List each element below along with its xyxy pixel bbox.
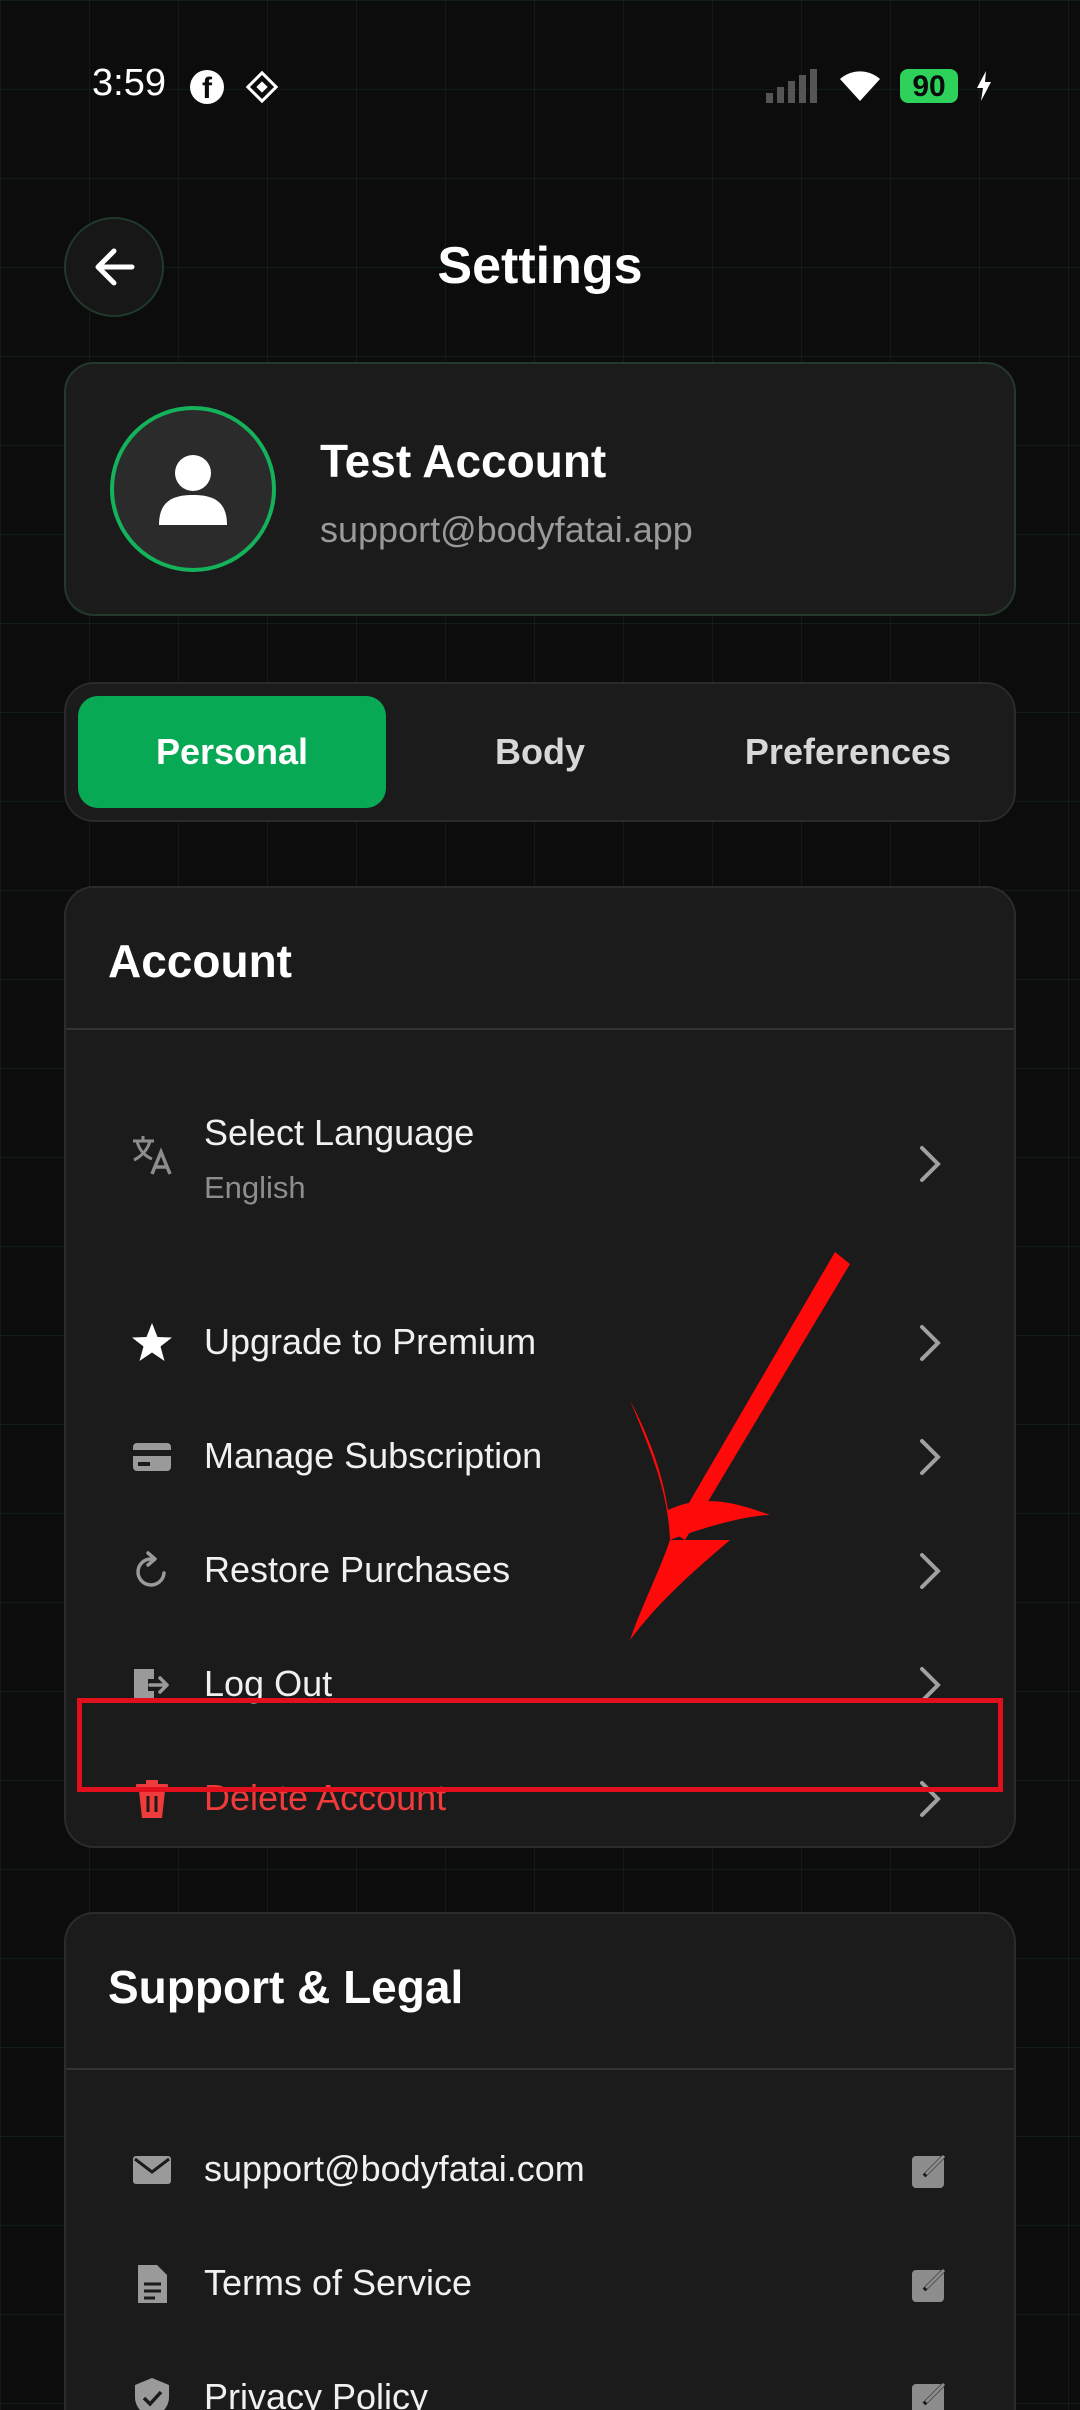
- status-bar: 3:59 f 90: [0, 0, 1080, 170]
- star-icon: [130, 1321, 174, 1365]
- chevron-right-icon: [920, 1439, 941, 1475]
- terms-of-service-label: Terms of Service: [204, 2262, 473, 2303]
- tab-body[interactable]: Body: [386, 696, 694, 808]
- profile-name: Test Account: [320, 435, 607, 487]
- charging-icon: [977, 71, 991, 101]
- support-divider: [66, 2068, 1014, 2070]
- tab-preferences[interactable]: Preferences: [694, 696, 1002, 808]
- select-language-label: Select Language: [204, 1112, 475, 1153]
- facebook-icon: f: [190, 70, 224, 104]
- delete-account-highlight: [77, 1698, 1003, 1792]
- select-language-row[interactable]: Select Language English: [66, 1098, 1014, 1228]
- translate-icon: [130, 1132, 174, 1176]
- avatar: [110, 406, 276, 572]
- account-divider: [66, 1028, 1014, 1030]
- shield-icon: [130, 2376, 174, 2410]
- restore-purchases-label: Restore Purchases: [204, 1549, 511, 1590]
- privacy-policy-label: Privacy Policy: [204, 2376, 429, 2410]
- settings-screen: 3:59 f 90 Settings Test Account support@…: [0, 0, 1080, 2410]
- status-right-group: 90: [764, 64, 992, 108]
- battery-icon: 90: [900, 69, 958, 103]
- manage-subscription-row[interactable]: Manage Subscription: [66, 1407, 1014, 1507]
- credit-card-icon: [130, 1435, 174, 1479]
- document-icon: [130, 2262, 174, 2306]
- external-link-icon: [912, 2152, 948, 2188]
- privacy-policy-row[interactable]: Privacy Policy: [66, 2348, 1014, 2410]
- user-icon: [159, 455, 227, 525]
- account-title: Account: [108, 935, 292, 987]
- chevron-right-icon: [920, 1146, 941, 1182]
- refresh-icon: [130, 1549, 174, 1593]
- external-link-icon: [912, 2380, 948, 2410]
- page-title: Settings: [437, 237, 643, 295]
- profile-email: support@bodyfatai.app: [320, 509, 693, 550]
- external-link-icon: [912, 2266, 948, 2302]
- chevron-right-icon: [920, 1553, 941, 1589]
- select-language-value: English: [204, 1170, 306, 1205]
- upgrade-premium-row[interactable]: Upgrade to Premium: [66, 1293, 1014, 1393]
- tab-bar: Personal Body Preferences: [64, 682, 1016, 822]
- chevron-right-icon: [920, 1325, 941, 1361]
- mail-icon: [130, 2148, 174, 2192]
- red-arrow-icon: [630, 1252, 850, 1640]
- upgrade-premium-label: Upgrade to Premium: [204, 1321, 537, 1362]
- support-legal-card: Support & Legal support@bodyfatai.com Te…: [64, 1912, 1016, 2410]
- diamond-app-icon: [245, 70, 279, 104]
- restore-purchases-row[interactable]: Restore Purchases: [66, 1521, 1014, 1621]
- support-email-row[interactable]: support@bodyfatai.com: [66, 2120, 1014, 2220]
- wifi-icon: [840, 71, 880, 101]
- status-time: 3:59: [92, 62, 166, 104]
- terms-of-service-row[interactable]: Terms of Service: [66, 2234, 1014, 2334]
- profile-card: Test Account support@bodyfatai.app: [64, 362, 1016, 616]
- support-email-label: support@bodyfatai.com: [204, 2148, 585, 2189]
- manage-subscription-label: Manage Subscription: [204, 1435, 543, 1476]
- tab-personal[interactable]: Personal: [78, 696, 386, 808]
- signal-icon: [766, 69, 817, 103]
- support-legal-title: Support & Legal: [108, 1961, 464, 2013]
